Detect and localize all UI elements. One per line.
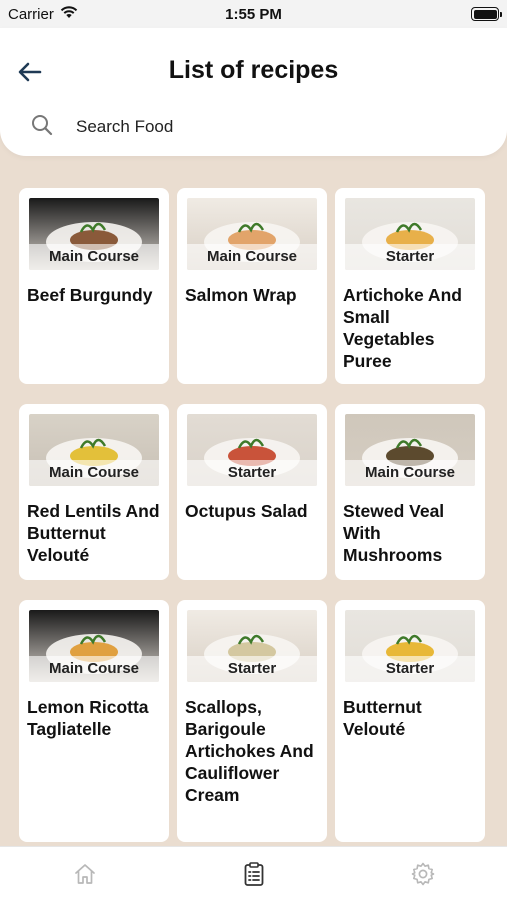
recipe-title: Artichoke And Small Vegetables Puree — [343, 285, 462, 371]
tab-home[interactable] — [55, 854, 115, 894]
recipe-title: Butternut Velouté — [343, 697, 422, 739]
recipe-image: Starter — [187, 414, 317, 486]
search-bar — [30, 112, 477, 142]
recipe-image: Main Course — [345, 414, 475, 486]
gear-icon — [411, 862, 434, 885]
category-badge: Starter — [187, 656, 317, 682]
category-badge: Main Course — [345, 460, 475, 486]
recipe-image: Main Course — [187, 198, 317, 270]
tab-recipes[interactable] — [224, 854, 284, 894]
recipe-image: Starter — [187, 610, 317, 682]
recipe-card[interactable]: Main Course Lemon Ricotta Tagliatelle — [19, 600, 169, 842]
category-badge: Main Course — [29, 244, 159, 270]
recipe-card[interactable]: Main Course Beef Burgundy — [19, 188, 169, 384]
category-badge: Starter — [345, 244, 475, 270]
recipe-card[interactable]: Starter Octupus Salad — [177, 404, 327, 580]
clock: 1:55 PM — [225, 5, 282, 23]
home-icon — [74, 863, 95, 884]
tab-bar — [0, 846, 507, 900]
recipe-title: Lemon Ricotta Tagliatelle — [27, 697, 149, 739]
recipe-title: Salmon Wrap — [185, 285, 297, 305]
recipe-card[interactable]: Main Course Salmon Wrap — [177, 188, 327, 384]
page-title: List of recipes — [168, 56, 339, 84]
recipe-image: Starter — [345, 610, 475, 682]
category-badge: Main Course — [29, 656, 159, 682]
recipe-card[interactable]: Starter Artichoke And Small Vegetables Pu… — [335, 188, 485, 384]
recipe-image: Starter — [345, 198, 475, 270]
recipe-card[interactable]: Main Course Stewed Veal With Mushrooms — [335, 404, 485, 580]
recipe-title: Octupus Salad — [185, 501, 308, 521]
recipe-card[interactable]: Starter Scallops, Barigoule Artichokes An… — [177, 600, 327, 842]
status-bar: Carrier 1:55 PM — [0, 0, 507, 28]
wifi-icon — [60, 5, 78, 23]
category-badge: Main Course — [29, 460, 159, 486]
tab-settings[interactable] — [393, 854, 453, 894]
header: List of recipes — [0, 28, 507, 156]
category-badge: Starter — [187, 460, 317, 486]
recipe-image: Main Course — [29, 198, 159, 270]
category-badge: Main Course — [187, 244, 317, 270]
recipe-title: Beef Burgundy — [27, 285, 153, 305]
recipe-grid: Main Course Beef Burgundy Main Course Salmo… — [19, 188, 485, 842]
recipe-image: Main Course — [29, 610, 159, 682]
carrier-label: Carrier — [8, 5, 54, 23]
search-input[interactable] — [76, 117, 477, 137]
recipe-title: Red Lentils And Butternut Velouté — [27, 501, 160, 565]
battery-icon — [471, 7, 502, 21]
recipe-card[interactable]: Main Course Red Lentils And Butternut Vel… — [19, 404, 169, 580]
search-icon[interactable] — [30, 113, 54, 142]
clipboard-list-icon — [244, 861, 263, 886]
recipe-image: Main Course — [29, 414, 159, 486]
recipe-title: Scallops, Barigoule Artichokes And Cauli… — [185, 697, 314, 805]
recipe-card[interactable]: Starter Butternut Velouté — [335, 600, 485, 842]
category-badge: Starter — [345, 656, 475, 682]
recipe-title: Stewed Veal With Mushrooms — [343, 501, 445, 565]
recipes-screen: Carrier 1:55 PM List of recipes Search F… — [0, 0, 507, 900]
